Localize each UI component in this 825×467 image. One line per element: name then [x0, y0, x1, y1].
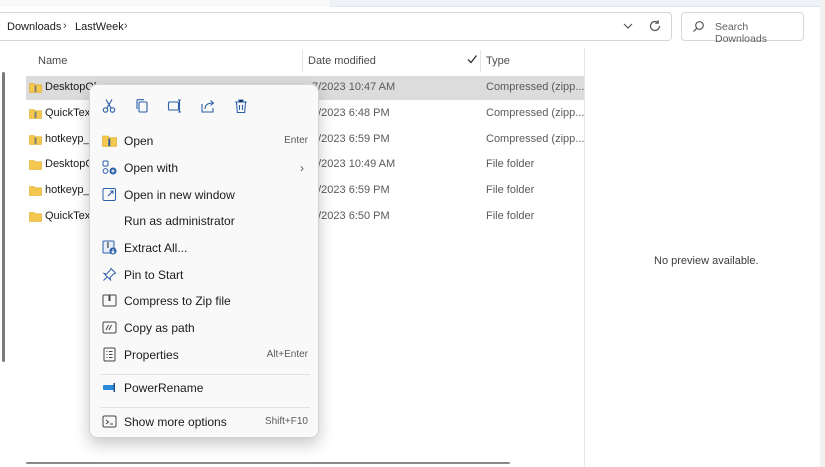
- copy-icon: [136, 99, 148, 113]
- menu-item-label: Run as administrator: [124, 214, 235, 228]
- menu-item-label: Open with: [124, 161, 179, 175]
- folder-icon: [29, 186, 42, 196]
- file-name: DesktopO: [45, 158, 94, 170]
- window-edge: [820, 0, 825, 467]
- properties-icon: [103, 347, 116, 362]
- menu-item-shortcut: Shift+F10: [264, 416, 308, 427]
- menu-item-label: Properties: [124, 348, 179, 362]
- menu-item-compress-to-zip[interactable]: Compress to Zip file: [94, 288, 316, 314]
- menu-item-label: PowerRename: [124, 381, 204, 395]
- title-strip: [0, 0, 825, 7]
- search-placeholder: Search Downloads: [715, 21, 767, 45]
- menu-item-powerrename[interactable]: PowerRename: [94, 375, 316, 401]
- column-headers: Name Date modified Type: [0, 48, 584, 74]
- breadcrumb-separator-icon[interactable]: ›: [63, 20, 67, 32]
- pin-icon: [102, 267, 117, 282]
- checkmark-icon[interactable]: [466, 53, 478, 65]
- more-options-icon: [102, 415, 117, 428]
- window-tab[interactable]: [0, 0, 330, 7]
- column-divider[interactable]: [480, 50, 481, 72]
- rename-button[interactable]: [164, 95, 186, 117]
- menu-item-label: Open in new window: [124, 188, 235, 202]
- breadcrumb-lastweek[interactable]: LastWeek: [75, 21, 124, 33]
- preview-pane-divider[interactable]: [584, 48, 585, 467]
- zip-folder-icon: [102, 135, 117, 147]
- column-divider[interactable]: [302, 50, 303, 72]
- file-type: File folder: [486, 158, 535, 170]
- breadcrumb-separator-icon[interactable]: ›: [124, 20, 128, 32]
- file-date: 6/2023 6:59 PM: [312, 133, 390, 145]
- menu-item-pin-to-start[interactable]: Pin to Start: [94, 262, 316, 288]
- file-date: 7/2023 10:47 AM: [312, 81, 396, 93]
- chevron-down-icon[interactable]: [622, 20, 634, 32]
- menu-item-label: Show more options: [124, 415, 227, 429]
- menu-item-open-with[interactable]: Open with ›: [94, 155, 316, 181]
- zip-folder-icon: [29, 135, 42, 145]
- search-icon: [693, 21, 704, 32]
- menu-item-open[interactable]: Open Enter: [94, 128, 316, 154]
- refresh-icon[interactable]: [648, 19, 662, 33]
- folder-icon: [29, 212, 42, 222]
- share-button[interactable]: [197, 95, 219, 117]
- zip-icon: [102, 294, 117, 307]
- file-type: File folder: [486, 184, 535, 196]
- cut-icon: [102, 99, 116, 113]
- menu-item-label: Extract All...: [124, 241, 188, 255]
- folder-icon: [29, 160, 42, 170]
- breadcrumb-downloads[interactable]: Downloads: [7, 21, 61, 33]
- menu-item-label: Compress to Zip file: [124, 294, 231, 308]
- address-bar[interactable]: Downloads › LastWeek ›: [0, 12, 672, 41]
- menu-item-shortcut: Enter: [284, 135, 308, 146]
- menu-item-extract-all[interactable]: Extract All...: [94, 235, 316, 261]
- preview-pane-message: No preview available.: [654, 255, 759, 267]
- column-header-date[interactable]: Date modified: [308, 55, 376, 67]
- extract-icon: [102, 240, 117, 255]
- file-name: QuickText: [45, 210, 94, 222]
- menu-separator: [100, 407, 310, 408]
- rename-icon: [167, 99, 181, 113]
- menu-item-label: Pin to Start: [124, 268, 184, 282]
- copy-path-icon: [102, 321, 117, 334]
- menu-item-shortcut: Alt+Enter: [266, 349, 308, 360]
- file-date: 6/2023 6:59 PM: [312, 184, 390, 196]
- file-type: Compressed (zipp...: [486, 107, 585, 119]
- zip-folder-icon: [29, 83, 42, 93]
- menu-item-show-more-options[interactable]: Show more options Shift+F10: [94, 409, 316, 435]
- file-date: 6/2023 6:50 PM: [312, 210, 390, 222]
- file-type: File folder: [486, 210, 535, 222]
- menu-item-properties[interactable]: Properties Alt+Enter: [94, 342, 316, 368]
- share-icon: [201, 100, 215, 113]
- powerrename-icon: [103, 383, 115, 392]
- menu-item-label: Open: [124, 134, 154, 148]
- file-date: 6/2023 6:48 PM: [312, 107, 390, 119]
- menu-item-open-in-new-window[interactable]: Open in new window: [94, 182, 316, 208]
- file-date: 7/2023 10:49 AM: [312, 158, 396, 170]
- menu-item-copy-as-path[interactable]: Copy as path: [94, 315, 316, 341]
- file-type: Compressed (zipp...: [486, 81, 585, 93]
- new-window-icon: [102, 188, 116, 201]
- context-menu: Open Enter Open with › Open in new windo…: [89, 84, 319, 438]
- search-input[interactable]: Search Downloads: [681, 12, 804, 45]
- column-header-type[interactable]: Type: [486, 55, 510, 67]
- nav-pane-scrollbar[interactable]: [2, 72, 5, 362]
- cut-button[interactable]: [98, 95, 120, 117]
- file-type: Compressed (zipp...: [486, 133, 585, 145]
- copy-button[interactable]: [131, 95, 153, 117]
- column-header-name[interactable]: Name: [38, 55, 67, 67]
- menu-item-run-as-administrator[interactable]: Run as administrator: [94, 208, 316, 234]
- zip-folder-icon: [29, 109, 42, 119]
- horizontal-scrollbar[interactable]: [26, 462, 510, 464]
- file-name: QuickText: [45, 107, 94, 119]
- delete-button[interactable]: [230, 95, 252, 117]
- open-with-icon: [102, 160, 117, 175]
- delete-icon: [235, 99, 247, 114]
- chevron-right-icon: ›: [300, 161, 304, 175]
- menu-item-label: Copy as path: [124, 321, 195, 335]
